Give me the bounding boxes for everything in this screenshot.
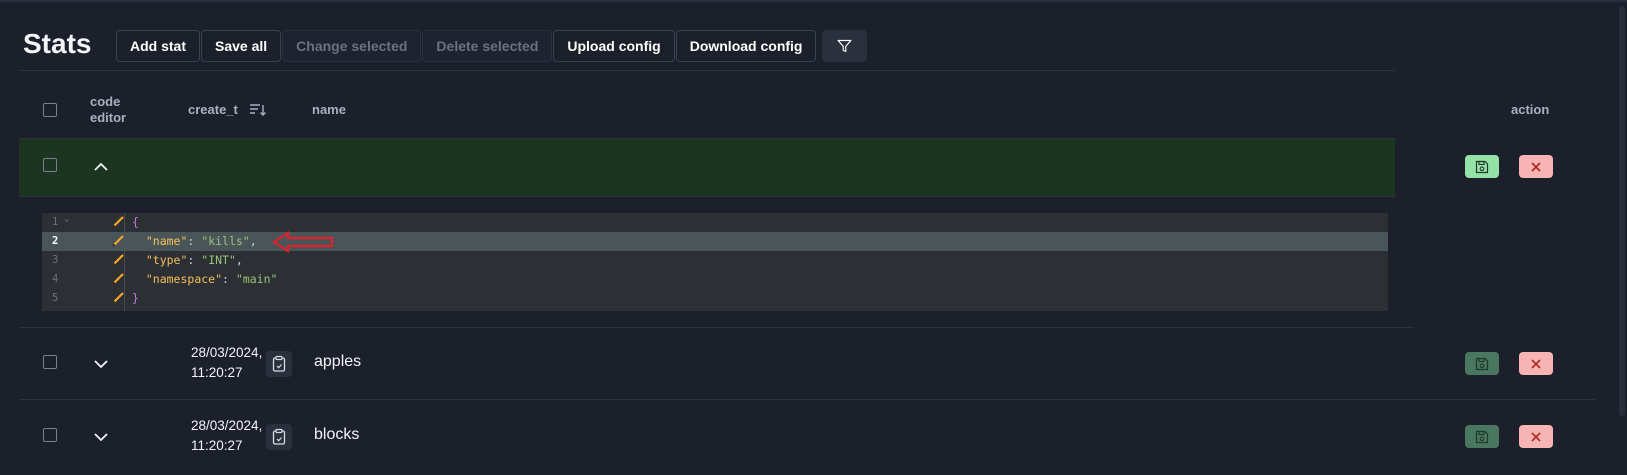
delete-selected-button[interactable]: Delete selected (422, 30, 553, 62)
select-all-checkbox[interactable] (43, 103, 57, 117)
line-number: 5 (52, 292, 59, 304)
scrollbar[interactable] (1615, 2, 1627, 475)
row-checkbox[interactable] (43, 158, 57, 172)
code-token: { (132, 215, 139, 229)
row-divider (19, 399, 1595, 400)
window-top-border (0, 0, 1627, 2)
pencil-icon (112, 273, 124, 285)
code-token: "kills" (201, 234, 250, 248)
editor-line-current: 2 "name": "kills", (42, 232, 1388, 251)
toolbar: Add stat Save all Change selected Delete… (116, 30, 868, 62)
editor-line: 1 ⌄ { (42, 213, 1388, 232)
scrollbar-thumb[interactable] (1619, 6, 1625, 416)
create-time: 28/03/2024, 11:20:27 (191, 343, 262, 383)
chevron-up-icon[interactable] (92, 158, 110, 176)
create-time: 28/03/2024, 11:20:27 (191, 416, 262, 456)
save-button[interactable] (1465, 352, 1499, 375)
stat-name: blocks (314, 426, 360, 443)
page-title: Stats (23, 28, 92, 59)
code-token: : (222, 272, 236, 286)
delete-button[interactable] (1519, 155, 1553, 178)
close-icon (1531, 431, 1541, 442)
header-code-label: code (90, 94, 121, 109)
save-button[interactable] (1465, 155, 1499, 178)
code-token: , (235, 253, 243, 267)
editor-line: 3 "type": "INT", (42, 251, 1388, 270)
editor-line: 5 } (42, 289, 1388, 308)
close-icon (1531, 161, 1541, 172)
delete-button[interactable] (1519, 425, 1553, 448)
delete-button[interactable] (1519, 352, 1553, 375)
editor-divider (19, 327, 1414, 328)
clipboard-icon (272, 428, 286, 445)
copy-button[interactable] (266, 424, 292, 450)
header-name: name (312, 102, 346, 117)
code-token: : (187, 253, 202, 267)
upload-config-button[interactable]: Upload config (553, 30, 675, 62)
expanded-row (19, 139, 1553, 197)
code-token: : (187, 234, 202, 248)
stat-name: apples (314, 353, 362, 370)
line-number: 2 (52, 235, 59, 247)
download-config-button[interactable]: Download config (675, 30, 817, 62)
code-token: "namespace" (145, 272, 223, 286)
save-button[interactable] (1465, 425, 1499, 448)
close-icon (1531, 358, 1541, 369)
code-token: } (132, 291, 139, 305)
editor-line: 4 "namespace": "main" (42, 270, 1388, 289)
code-token: "main" (235, 272, 278, 286)
line-number: 4 (52, 273, 59, 285)
line-number: 3 (52, 254, 59, 266)
code-token: "type" (145, 253, 188, 267)
pencil-icon (112, 216, 124, 228)
change-selected-button[interactable]: Change selected (282, 30, 422, 62)
save-icon (1475, 160, 1489, 173)
code-token: , (249, 234, 257, 248)
pencil-icon (112, 254, 124, 266)
filter-icon (837, 39, 852, 53)
toolbar-divider (19, 70, 1395, 71)
pencil-icon (112, 235, 124, 247)
code-token: "INT" (201, 253, 236, 267)
save-icon (1475, 430, 1489, 443)
header-create-t[interactable]: create_t (188, 102, 238, 117)
create-clock: 11:20:27 (191, 438, 243, 453)
code-editor[interactable]: 1 ⌄ { 2 "name": "kills", 3 "type": "INT"… (42, 213, 1388, 311)
sort-icon[interactable] (249, 102, 267, 118)
save-icon (1475, 357, 1489, 370)
add-stat-button[interactable]: Add stat (116, 30, 200, 62)
row-checkbox[interactable] (43, 355, 57, 369)
create-clock: 11:20:27 (191, 365, 243, 380)
create-date: 28/03/2024, (191, 345, 263, 360)
filter-button[interactable] (822, 30, 868, 62)
red-arrow-annotation (272, 231, 334, 253)
pencil-icon (112, 292, 124, 304)
chevron-down-icon[interactable] (92, 428, 110, 446)
clipboard-icon (272, 355, 286, 372)
create-date: 28/03/2024, (191, 418, 263, 433)
header-editor-label: editor (90, 110, 127, 125)
save-all-button[interactable]: Save all (201, 30, 282, 62)
chevron-down-icon[interactable] (92, 355, 110, 373)
code-token: "name" (145, 234, 188, 248)
row-checkbox[interactable] (43, 428, 57, 442)
fold-icon[interactable]: ⌄ (64, 214, 69, 224)
copy-button[interactable] (266, 351, 292, 377)
header-action: action (1511, 102, 1550, 117)
header-code-editor: code editor (90, 94, 126, 125)
